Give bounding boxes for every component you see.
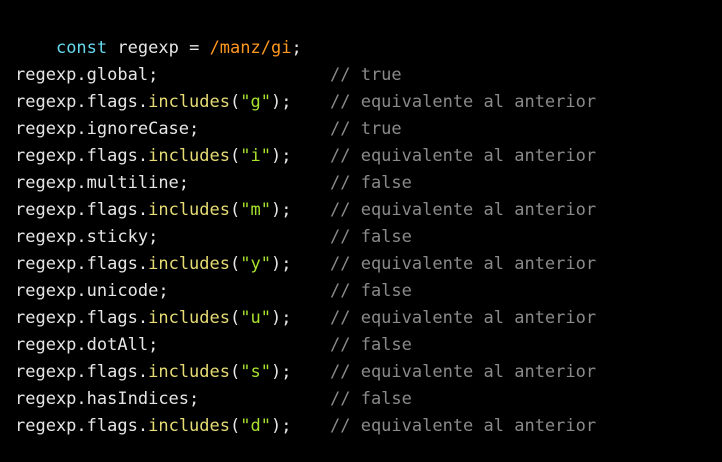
variable-name: regexp: [117, 38, 179, 58]
object-name: regexp: [15, 416, 77, 436]
flag-string: "g": [240, 92, 271, 112]
flags-property: flags: [86, 146, 138, 166]
object-name: regexp: [15, 389, 77, 409]
flag-string: "y": [240, 254, 271, 274]
includes-method: includes: [148, 92, 230, 112]
property-name: ignoreCase: [86, 119, 190, 139]
object-name: regexp: [15, 281, 77, 301]
flags-property: flags: [86, 362, 138, 382]
object-name: regexp: [15, 227, 77, 247]
includes-method: includes: [148, 254, 230, 274]
code-comment: // equivalente al anterior: [330, 362, 597, 382]
code-comment: // equivalente al anterior: [330, 416, 597, 436]
flag-string: "i": [240, 146, 271, 166]
property-name: hasIndices: [86, 389, 190, 409]
flags-property: flags: [86, 92, 138, 112]
flag-string: "u": [240, 308, 271, 328]
code-comment: // true: [330, 119, 402, 139]
code-line-flag: regexp.flags.includes("i");: [15, 146, 292, 166]
object-name: regexp: [15, 92, 77, 112]
code-line-flag: regexp.flags.includes("y");: [15, 254, 292, 274]
code-line-flag: regexp.flags.includes("u");: [15, 308, 292, 328]
code-line-flag: regexp.flags.includes("m");: [15, 200, 292, 220]
code-comment: // false: [330, 173, 412, 193]
object-name: regexp: [15, 335, 77, 355]
includes-method: includes: [148, 308, 230, 328]
code-line-property: regexp.ignoreCase;: [15, 119, 200, 139]
code-line-flag: regexp.flags.includes("s");: [15, 362, 292, 382]
code-editor: const regexp = /manz/gi; regexp.global; …: [0, 0, 722, 462]
code-line-flag: regexp.flags.includes("d");: [15, 416, 292, 436]
code-line-property: regexp.global;: [15, 65, 159, 85]
code-comment: // equivalente al anterior: [330, 146, 597, 166]
code-line-property: regexp.sticky;: [15, 227, 159, 247]
object-name: regexp: [15, 254, 77, 274]
code-comment: // equivalente al anterior: [330, 308, 597, 328]
object-name: regexp: [15, 65, 77, 85]
includes-method: includes: [148, 416, 230, 436]
flag-string: "m": [240, 200, 271, 220]
code-comment: // false: [330, 281, 412, 301]
code-line-property: regexp.multiline;: [15, 173, 190, 193]
code-comment: // equivalente al anterior: [330, 200, 597, 220]
object-name: regexp: [15, 362, 77, 382]
includes-method: includes: [148, 200, 230, 220]
property-name: dotAll: [86, 335, 149, 355]
const-keyword: const: [55, 38, 108, 58]
code-line-property: regexp.dotAll;: [15, 335, 159, 355]
flag-string: "d": [240, 416, 271, 436]
assignment-operator: =: [189, 38, 200, 58]
object-name: regexp: [15, 119, 77, 139]
object-name: regexp: [15, 200, 77, 220]
code-line-flag: regexp.flags.includes("g");: [15, 92, 292, 112]
includes-method: includes: [148, 362, 230, 382]
code-line-declaration: const regexp = /manz/gi;: [15, 8, 302, 58]
object-name: regexp: [15, 146, 77, 166]
flags-property: flags: [86, 200, 138, 220]
code-comment: // equivalente al anterior: [330, 254, 597, 274]
code-comment: // equivalente al anterior: [330, 92, 597, 112]
semicolon: ;: [291, 38, 302, 58]
code-comment: // true: [330, 65, 402, 85]
property-name: multiline: [86, 173, 179, 193]
object-name: regexp: [15, 308, 77, 328]
property-name: sticky: [86, 227, 149, 247]
code-comment: // false: [330, 335, 412, 355]
code-comment: // false: [330, 227, 412, 247]
includes-method: includes: [148, 146, 230, 166]
flags-property: flags: [86, 308, 138, 328]
regex-literal: /manz/gi: [209, 38, 292, 58]
object-name: regexp: [15, 173, 77, 193]
flags-property: flags: [86, 254, 138, 274]
flags-property: flags: [86, 416, 138, 436]
flag-string: "s": [240, 362, 271, 382]
code-line-property: regexp.unicode;: [15, 281, 169, 301]
code-comment: // false: [330, 389, 412, 409]
code-line-property: regexp.hasIndices;: [15, 389, 200, 409]
property-name: unicode: [86, 281, 159, 301]
property-name: global: [86, 65, 149, 85]
